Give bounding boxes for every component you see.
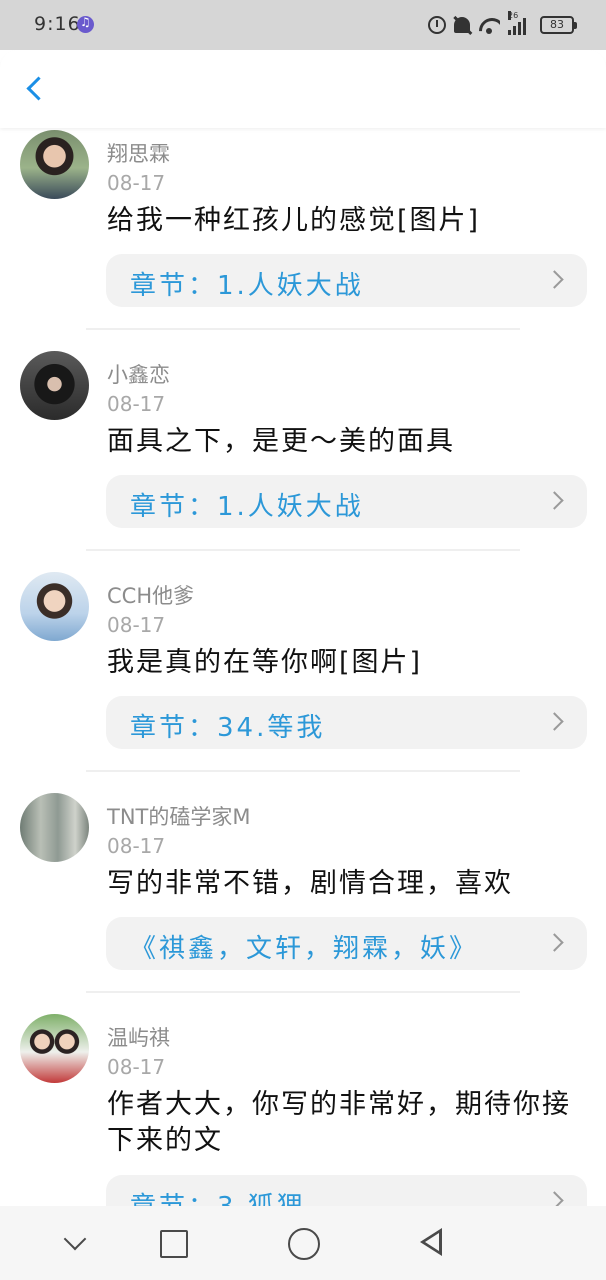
- comment-date: 08-17: [107, 392, 166, 416]
- system-nav-bar: [0, 1206, 606, 1280]
- comment-author[interactable]: CCH他爹: [107, 580, 194, 610]
- top-bar: [0, 50, 606, 128]
- chevron-right-icon: [545, 1191, 564, 1206]
- chapter-link[interactable]: 章节：1.人妖大战: [106, 254, 587, 307]
- comment-author[interactable]: 翔思霖: [107, 138, 170, 168]
- music-app-icon: [77, 15, 94, 33]
- comment-date: 08-17: [107, 1055, 166, 1079]
- mute-icon: [454, 17, 470, 33]
- avatar[interactable]: [20, 351, 89, 420]
- chapter-link[interactable]: 章节：34.等我: [106, 696, 587, 749]
- comment-date: 08-17: [107, 834, 166, 858]
- chapter-label: 章节：1.人妖大战: [130, 271, 364, 301]
- divider: [86, 328, 520, 330]
- comment-text: 写的非常不错，剧情合理，喜欢: [107, 868, 513, 899]
- avatar[interactable]: [20, 130, 89, 199]
- chapter-label: 章节：34.等我: [130, 713, 326, 743]
- chapter-link[interactable]: 章节：1.人妖大战: [106, 475, 587, 528]
- avatar[interactable]: [20, 1014, 89, 1083]
- chapter-label: 章节：3.狐狸: [130, 1186, 306, 1206]
- comment-text: 给我一种红孩儿的感觉[图片]: [107, 205, 481, 236]
- chevron-right-icon: [545, 270, 564, 289]
- status-icons: 26 83: [428, 11, 577, 38]
- square-recent-icon[interactable]: [158, 1228, 188, 1258]
- signal-icon: 26: [508, 11, 532, 35]
- comment-text: 我是真的在等你啊[图片]: [107, 647, 423, 678]
- network-label: 26: [508, 11, 519, 20]
- divider: [86, 770, 520, 772]
- chapter-link[interactable]: 《祺鑫，文轩，翔霖，妖》: [106, 917, 587, 970]
- divider: [86, 549, 520, 551]
- alarm-icon: [428, 16, 446, 34]
- back-button[interactable]: [18, 72, 52, 106]
- chevron-right-icon: [545, 491, 564, 510]
- status-time: 9:16: [34, 13, 81, 35]
- avatar[interactable]: [20, 572, 89, 641]
- circle-home-icon[interactable]: [288, 1228, 320, 1260]
- chapter-link[interactable]: 章节：3.狐狸: [106, 1175, 587, 1206]
- comment-text: 面具之下，是更～美的面具: [107, 426, 455, 457]
- comment-author[interactable]: TNT的磕学家M: [107, 801, 250, 831]
- chevron-right-icon: [545, 933, 564, 952]
- chapter-label: 章节：1.人妖大战: [130, 492, 364, 522]
- chevron-down-icon[interactable]: [60, 1228, 90, 1258]
- comment-date: 08-17: [107, 613, 166, 637]
- chapter-label: 《祺鑫，文轩，翔霖，妖》: [130, 934, 479, 964]
- avatar[interactable]: [20, 793, 89, 862]
- wifi-icon: [478, 16, 500, 34]
- comment-text: 作者大大，你写的非常好，期待你接下来的文: [107, 1089, 571, 1156]
- status-bar: 9:16 26 83: [0, 0, 606, 50]
- comment-list[interactable]: 翔思霖 08-17 给我一种红孩儿的感觉[图片] 章节：1.人妖大战 小鑫恋 0…: [0, 128, 606, 1206]
- comment-author[interactable]: 温屿祺: [107, 1022, 170, 1052]
- chevron-right-icon: [545, 712, 564, 731]
- divider: [86, 991, 520, 993]
- triangle-back-icon[interactable]: [418, 1228, 448, 1258]
- battery-icon: 83: [540, 16, 577, 34]
- comment-author[interactable]: 小鑫恋: [107, 359, 170, 389]
- comment-date: 08-17: [107, 171, 166, 195]
